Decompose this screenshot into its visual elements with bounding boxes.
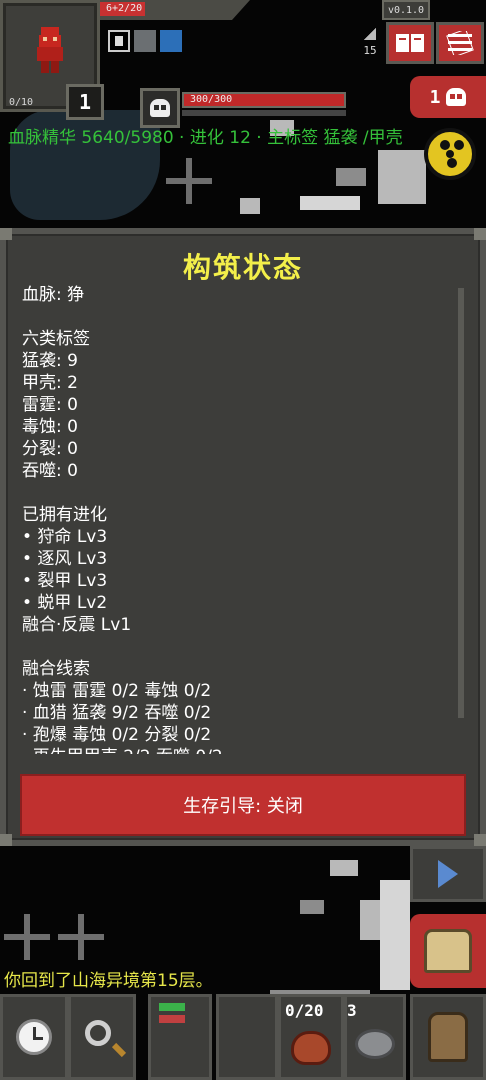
toolbar: 0/20 3 [0, 994, 486, 1080]
status-line: 雷霆: 0 [22, 395, 78, 415]
hp-bar: 6+2/20 [100, 0, 250, 20]
quickslot-meat[interactable]: 0/20 [278, 994, 344, 1080]
window-title: 构筑状态 [182, 251, 303, 284]
status-line: 融合·反震 Lv1 [22, 615, 132, 635]
depth-indicator: 15 [360, 28, 380, 64]
hero-portrait-icon [37, 27, 63, 73]
exp-text: 0/10 [9, 97, 34, 108]
danger-indicator[interactable]: 1 [410, 76, 486, 118]
chest-button[interactable] [410, 914, 486, 988]
status-line: · 孢爆 毒蚀 0/2 分裂 0/2 [22, 725, 212, 745]
status-line: • 狩命 Lv3 [22, 527, 108, 547]
backpack-icon [428, 1012, 468, 1062]
status-line: · 再生甲甲壳 2/2 吞噬 0/2 [22, 746, 456, 754]
hero-level: 1 [66, 84, 104, 120]
buff-icon[interactable] [134, 30, 156, 52]
chest-icon [424, 929, 472, 973]
status-line: 融合线索 [22, 659, 90, 679]
search-button[interactable] [68, 994, 136, 1080]
stone-icon [355, 1029, 395, 1059]
status-line: 吞噬: 0 [22, 461, 78, 481]
build-summary: 血脉精华 5640/5980 · 进化 12 · 主标签 猛袭 /甲壳 [8, 128, 403, 148]
wait-button[interactable] [0, 994, 68, 1080]
version-label: v0.1.0 [382, 0, 430, 20]
quickslot-stone[interactable]: 3 [344, 994, 406, 1080]
danger-count: 1 [429, 86, 441, 108]
status-line: 六类标签 [22, 329, 90, 349]
scrollbar[interactable] [458, 288, 464, 718]
menu-button[interactable] [436, 22, 484, 64]
status-line [22, 482, 456, 504]
status-line: 毒蚀: 0 [22, 417, 78, 437]
game-log: 你回到了山海异境第15层。 [4, 971, 213, 991]
search-icon [85, 1020, 111, 1046]
status-line: 甲壳: 2 [22, 373, 78, 393]
status-line: • 蜕甲 Lv2 [22, 593, 108, 613]
status-line: · 蚀雷 雷霆 0/2 毒蚀 0/2 [22, 681, 212, 701]
status-line [22, 306, 456, 328]
next-button[interactable] [410, 846, 486, 902]
depth-number: 15 [363, 44, 377, 57]
boss-shield-bar [182, 110, 346, 116]
status-line: 血脉: 狰 [22, 285, 85, 305]
status-line [22, 636, 456, 658]
menu-icon [446, 31, 474, 55]
status-line: 猛袭: 9 [22, 351, 78, 371]
arrow-right-icon [438, 860, 458, 888]
meat-icon [291, 1031, 331, 1065]
slot-quantity: 3 [347, 1001, 357, 1020]
skull-icon [150, 99, 170, 117]
boss-hp-bar: 300/300 [182, 92, 346, 108]
buff-list [108, 30, 182, 52]
chat-icon[interactable] [160, 30, 182, 52]
slot-count: 0/20 [285, 1001, 324, 1020]
status-line: • 裂甲 Lv3 [22, 571, 108, 591]
status-line: · 血猎 猛袭 9/2 吞噬 0/2 [22, 703, 212, 723]
journal-icon [396, 34, 424, 52]
journal-button[interactable] [386, 22, 434, 64]
swap-icon [159, 1003, 185, 1025]
boss-skull [140, 88, 180, 128]
status-line: 分裂: 0 [22, 439, 78, 459]
quickslot-empty[interactable] [216, 994, 278, 1080]
stairs-icon [364, 28, 376, 40]
skull-icon [446, 88, 467, 106]
build-status-window: 构筑状态 血脉: 狰六类标签 猛袭: 9 甲壳: 2 雷霆: 0 毒蚀: 0 分裂: 0吞… [0, 228, 486, 846]
boss-hp-text: 300/300 [190, 94, 233, 105]
hp-text: 6+2/20 [106, 3, 143, 14]
build-status-list[interactable]: 血脉: 狰六类标签 猛袭: 9 甲壳: 2 雷霆: 0 毒蚀: 0 分裂: 0 吞噬: 0 已… [22, 284, 456, 754]
lock-icon[interactable] [108, 30, 130, 52]
clock-icon [16, 1019, 52, 1055]
survival-guide-button[interactable]: 生存引导: 关闭 [20, 774, 466, 836]
hazard-icon[interactable] [424, 128, 476, 180]
boss-health: 300/300 [140, 88, 350, 130]
status-line: 已拥有进化 [22, 505, 107, 525]
status-line: • 逐风 Lv3 [22, 549, 108, 569]
backpack-button[interactable] [410, 994, 486, 1080]
quickslot-swap-button[interactable] [148, 994, 212, 1080]
